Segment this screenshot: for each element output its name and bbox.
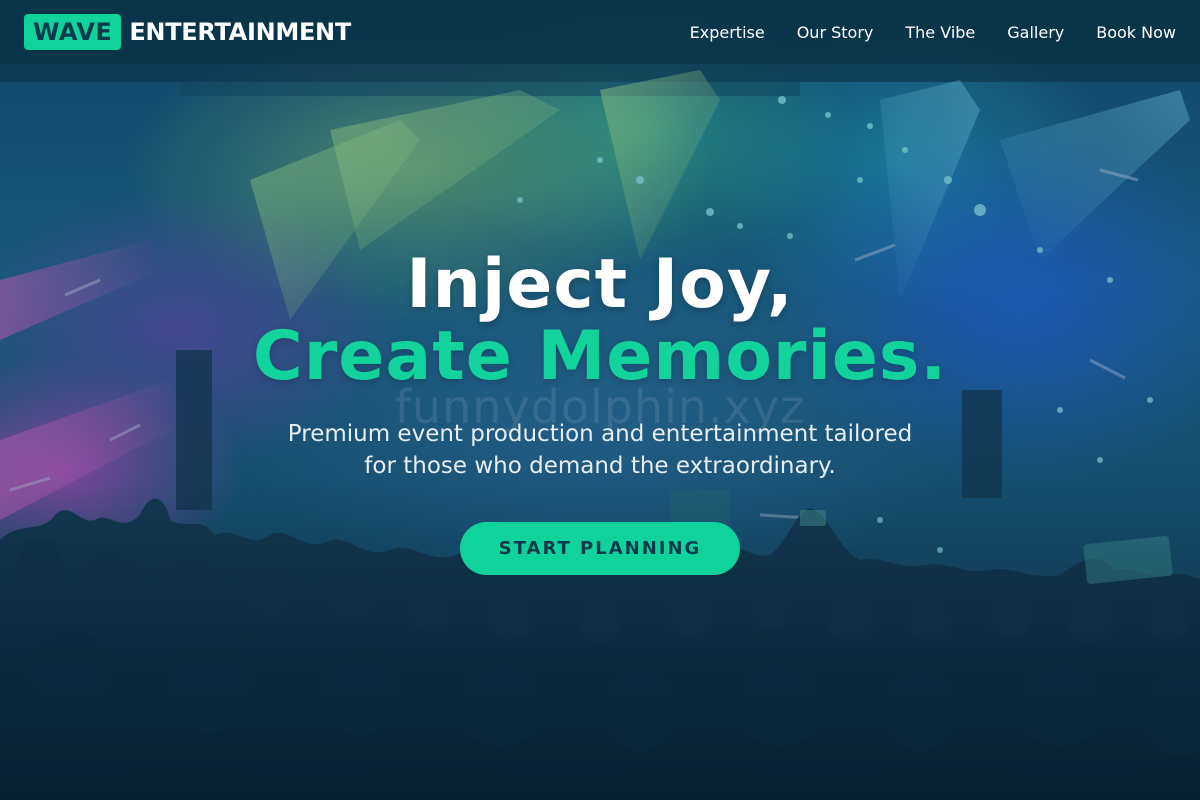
logo-badge: WAVE [24,14,122,50]
nav-link-our-story[interactable]: Our Story [797,23,874,42]
headline-line-1: Inject Joy, [406,245,794,324]
nav-menu: Expertise Our Story The Vibe Gallery Boo… [690,23,1176,42]
landing-page: WAVE ENTERTAINMENT Expertise Our Story T… [0,0,1200,800]
subtitle-line-2: for those who demand the extraordinary. [364,453,836,479]
hero-headline: Inject Joy, Create Memories. [0,248,1200,392]
brand-logo[interactable]: WAVE ENTERTAINMENT [24,14,351,50]
nav-link-gallery[interactable]: Gallery [1007,23,1064,42]
nav-link-expertise[interactable]: Expertise [690,23,765,42]
top-navbar: WAVE ENTERTAINMENT Expertise Our Story T… [0,0,1200,64]
nav-link-the-vibe[interactable]: The Vibe [905,23,975,42]
hero-subtitle: Premium event production and entertainme… [260,418,940,482]
start-planning-button[interactable]: START PLANNING [460,522,740,575]
nav-link-book-now[interactable]: Book Now [1096,23,1176,42]
headline-line-2: Create Memories. [252,317,948,396]
subtitle-line-1: Premium event production and entertainme… [287,421,913,447]
logo-wordmark: ENTERTAINMENT [129,18,351,46]
hero-section: Inject Joy, Create Memories. Premium eve… [0,248,1200,575]
